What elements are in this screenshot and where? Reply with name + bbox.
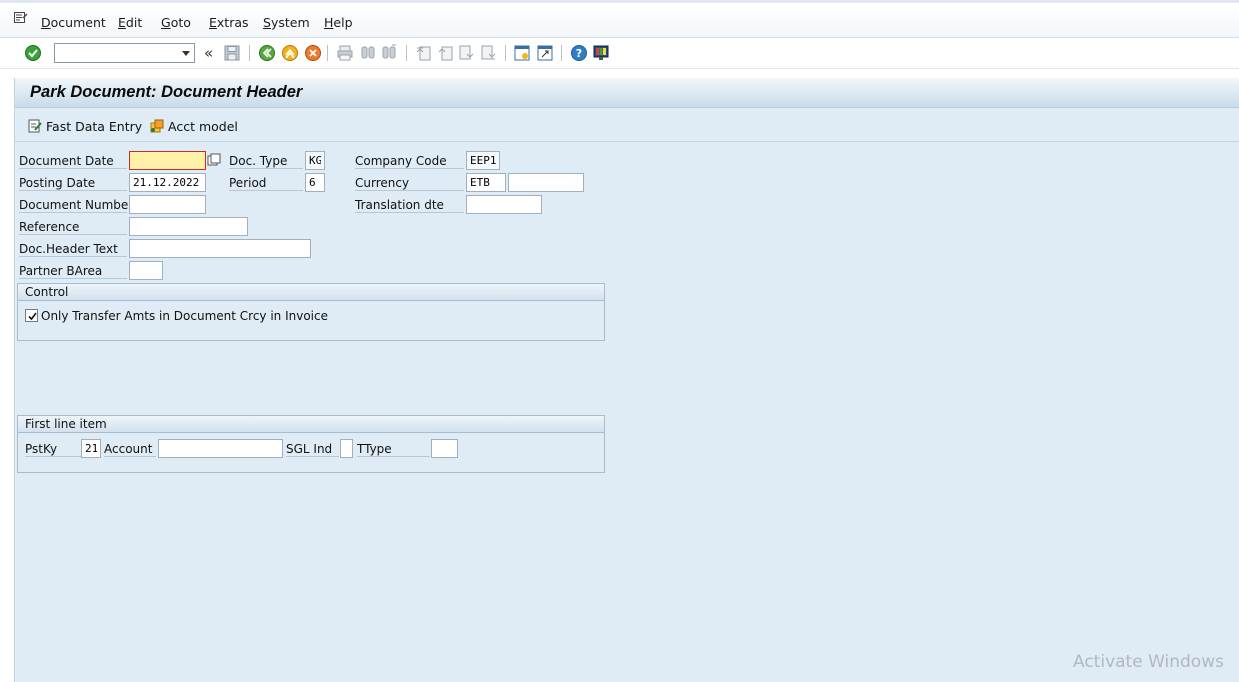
account-input[interactable]	[158, 439, 283, 458]
pstky-input[interactable]	[81, 439, 101, 458]
title-bar: Park Document: Document Header	[15, 78, 1239, 108]
partner-barea-label: Partner BArea	[19, 264, 127, 279]
print-icon[interactable]	[336, 44, 354, 62]
acct-model-label: Acct model	[168, 118, 238, 134]
screen-area: Park Document: Document Header Fast Data…	[14, 78, 1239, 682]
reference-input[interactable]	[129, 217, 248, 236]
translation-date-input[interactable]	[466, 195, 542, 214]
menu-extras[interactable]: Extras	[209, 15, 249, 30]
document-number-label: Document Number	[19, 198, 134, 213]
toolbar-separator	[505, 45, 506, 61]
period-input[interactable]	[305, 173, 325, 192]
menu-edit[interactable]: Edit	[118, 15, 142, 30]
toolbar-separator	[249, 45, 250, 61]
fast-data-entry-label: Fast Data Entry	[46, 118, 143, 134]
svg-text:?: ?	[576, 47, 582, 60]
company-code-label: Company Code	[355, 154, 464, 169]
toolbar-separator	[561, 45, 562, 61]
first-line-item-title: First line item	[18, 416, 604, 433]
sgl-ind-input[interactable]	[340, 439, 353, 458]
enter-check-icon[interactable]	[24, 44, 42, 62]
find-icon[interactable]	[359, 44, 377, 62]
menu-app-icon[interactable]	[14, 12, 28, 24]
menu-goto[interactable]: Goto	[161, 15, 191, 30]
help-icon[interactable]: ?	[570, 44, 588, 62]
control-group: Control Only Transfer Amts in Document C…	[17, 283, 605, 341]
first-line-item-group: First line item PstKy Account SGL Ind TT…	[17, 415, 605, 473]
company-code-input[interactable]	[466, 151, 500, 170]
application-toolbar: Fast Data Entry Acct model	[15, 108, 1239, 142]
translation-date-label: Translation dte	[355, 198, 464, 213]
cancel-icon[interactable]	[304, 44, 322, 62]
account-label: Account	[104, 442, 156, 457]
find-next-icon[interactable]	[380, 44, 398, 62]
next-page-icon[interactable]	[458, 44, 476, 62]
customize-layout-icon[interactable]	[592, 44, 610, 62]
currency-input[interactable]	[466, 173, 506, 192]
double-chevron-left-icon[interactable]: «	[204, 46, 213, 61]
transfer-amts-label: Only Transfer Amts in Document Crcy in I…	[41, 309, 328, 323]
fast-data-entry-button[interactable]: Fast Data Entry	[27, 117, 142, 135]
toolbar-separator	[327, 45, 328, 61]
edit-document-icon	[28, 119, 42, 133]
menu-system[interactable]: System	[263, 15, 310, 30]
document-date-label: Document Date	[19, 154, 127, 169]
account-model-icon	[150, 119, 164, 133]
previous-page-icon[interactable]	[436, 44, 454, 62]
command-field[interactable]	[54, 43, 195, 63]
chevron-down-icon[interactable]	[182, 51, 190, 56]
standard-toolbar: « ?	[0, 38, 1239, 69]
menu-help[interactable]: Help	[324, 15, 353, 30]
doc-type-input[interactable]	[305, 151, 325, 170]
control-group-title: Control	[18, 284, 604, 301]
calendar-picker-icon[interactable]	[207, 153, 221, 167]
pstky-label: PstKy	[25, 442, 81, 457]
partner-barea-input[interactable]	[129, 261, 163, 280]
posting-date-input[interactable]	[129, 173, 206, 192]
exchange-rate-input[interactable]	[508, 173, 584, 192]
doc-header-text-label: Doc.Header Text	[19, 242, 127, 257]
first-page-icon[interactable]	[414, 44, 432, 62]
sgl-ind-label: SGL Ind	[286, 442, 339, 457]
currency-label: Currency	[355, 176, 464, 191]
document-date-input[interactable]	[129, 151, 206, 170]
period-label: Period	[229, 176, 303, 191]
ttype-label: TType	[357, 442, 430, 457]
ttype-input[interactable]	[431, 439, 458, 458]
acct-model-button[interactable]: Acct model	[149, 117, 238, 135]
save-icon[interactable]	[223, 44, 241, 62]
menu-document[interactable]: Document	[41, 15, 106, 30]
menu-bar: Document Edit Goto Extras System Help	[0, 0, 1239, 38]
reference-label: Reference	[19, 220, 127, 235]
document-number-input[interactable]	[129, 195, 206, 214]
command-input[interactable]	[55, 44, 177, 62]
activate-windows-watermark: Activate Windows	[1073, 652, 1224, 672]
checkmark-icon	[28, 312, 37, 321]
posting-date-label: Posting Date	[19, 176, 127, 191]
shortcut-icon[interactable]	[536, 44, 554, 62]
toolbar-separator	[406, 45, 407, 61]
exit-icon[interactable]	[281, 44, 299, 62]
doc-type-label: Doc. Type	[229, 154, 303, 169]
new-session-icon[interactable]	[513, 44, 531, 62]
page-title: Park Document: Document Header	[30, 83, 303, 101]
back-icon[interactable]	[258, 44, 276, 62]
last-page-icon[interactable]	[480, 44, 498, 62]
doc-header-text-input[interactable]	[129, 239, 311, 258]
transfer-amts-checkbox[interactable]	[25, 309, 38, 322]
